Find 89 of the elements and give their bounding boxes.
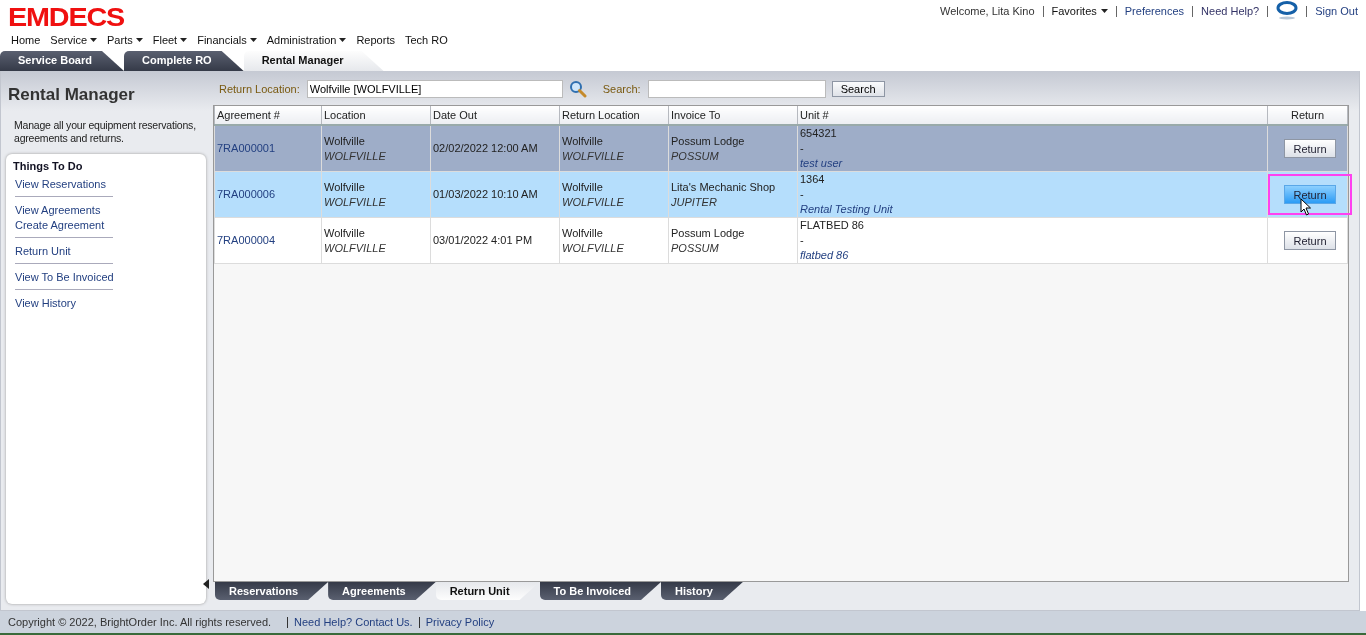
table-cell-text: flatbed 86 bbox=[800, 248, 850, 263]
table-cell-text: - bbox=[800, 187, 805, 202]
contact-link[interactable]: Need Help? Contact Us. bbox=[294, 616, 413, 628]
panel-title: Things To Do bbox=[13, 160, 84, 172]
table-cell-text: WOLFVILLE bbox=[562, 148, 625, 164]
nav-menu-item[interactable]: Home bbox=[11, 34, 41, 46]
column-header: Date Out bbox=[430, 106, 560, 125]
table-cell: 01/03/2022 10:10 AM bbox=[433, 188, 538, 200]
page-description: Manage all your equipment reservations, agreements and returns. bbox=[14, 119, 197, 145]
table-cell-text: Wolfville bbox=[562, 179, 604, 195]
search-button[interactable]: Search bbox=[831, 81, 885, 97]
table-cell-text: Wolfville bbox=[324, 225, 366, 241]
table-cell-text: Wolfville bbox=[324, 179, 366, 195]
return-button[interactable]: Return bbox=[1284, 231, 1336, 250]
logo[interactable]: EMDECS bbox=[8, 4, 125, 30]
table-cell-text: Rental Testing Unit bbox=[800, 202, 894, 217]
nav-menu-item[interactable]: Financials bbox=[197, 34, 257, 46]
return-button[interactable]: Return bbox=[1284, 139, 1336, 158]
table-cell-text: FLATBED 86 bbox=[800, 218, 865, 233]
agreement-link[interactable]: 7RA000006 bbox=[217, 188, 276, 200]
table-cell-text: POSSUM bbox=[671, 148, 720, 164]
table-row[interactable]: 7RA000006 Wolfville WOLFVILLE 01/03/2022 10:10 AM Wolfville WOLFVILLE Lita's Mechanic Shop JUPITER 1364 - Rental Testing Unit Return bbox=[214, 171, 1348, 218]
table-cell-text: Possum Lodge bbox=[671, 133, 746, 149]
nav-menu-item[interactable]: Administration bbox=[266, 34, 347, 46]
table-cell-text: - bbox=[800, 233, 805, 248]
table-cell: 02/02/2022 12:00 AM bbox=[433, 142, 538, 154]
column-header: Invoice To bbox=[668, 106, 798, 125]
field-label: Search: bbox=[602, 83, 641, 95]
search-field[interactable] bbox=[647, 80, 826, 98]
page-title: Rental Manager bbox=[8, 85, 136, 105]
sidebar-link[interactable]: View Agreements bbox=[15, 203, 113, 218]
tab[interactable]: To Be Invoiced bbox=[539, 582, 661, 600]
table-cell-text: 1364 bbox=[800, 172, 826, 187]
column-header: Unit # bbox=[797, 106, 1268, 125]
table-cell: 03/01/2022 4:01 PM bbox=[433, 234, 533, 246]
column-header: Location bbox=[321, 106, 431, 125]
nav-menu-item[interactable]: Fleet bbox=[152, 34, 188, 46]
table-cell-text: WOLFVILLE bbox=[324, 240, 387, 256]
table-cell-text: test user bbox=[800, 156, 844, 171]
table-cell-text: Lita's Mechanic Shop bbox=[671, 179, 777, 195]
nav-menu-item[interactable]: Reports bbox=[356, 34, 395, 46]
tab[interactable]: Rental Manager bbox=[243, 51, 384, 71]
column-header: Return bbox=[1267, 106, 1348, 125]
table-cell-text: Wolfville bbox=[562, 225, 604, 241]
column-header: Return Location bbox=[559, 106, 669, 125]
privacy-link[interactable]: Privacy Policy bbox=[425, 616, 495, 628]
copyright-text: Copyright © 2022, BrightOrder Inc. All rights reserved. bbox=[8, 616, 272, 628]
table-cell-text: WOLFVILLE bbox=[562, 194, 625, 210]
table-row[interactable]: 7RA000004 Wolfville WOLFVILLE 03/01/2022 4:01 PM Wolfville WOLFVILLE Possum Lodge POSSUM FLATBED 86 - flatbed 86 Return bbox=[214, 217, 1348, 264]
table-cell-text: WOLFVILLE bbox=[324, 194, 387, 210]
table-cell-text: 654321 bbox=[800, 126, 838, 141]
field-label: Return Location: bbox=[219, 83, 300, 95]
tab[interactable]: Service Board bbox=[0, 51, 124, 71]
sidebar-link[interactable]: View Reservations bbox=[15, 177, 113, 192]
return-location-field[interactable]: Wolfville [WOLFVILLE] bbox=[306, 80, 563, 98]
sidebar-link[interactable]: Create Agreement bbox=[15, 218, 113, 233]
nav-menu-item[interactable]: Tech RO bbox=[404, 34, 448, 46]
table-cell-text: WOLFVILLE bbox=[562, 240, 625, 256]
agreement-link[interactable]: 7RA000001 bbox=[217, 142, 276, 154]
collapse-arrow-icon[interactable] bbox=[203, 579, 209, 589]
caret-icon bbox=[1100, 9, 1108, 13]
table-row[interactable]: 7RA000001 Wolfville WOLFVILLE 02/02/2022 12:00 AM Wolfville WOLFVILLE Possum Lodge POSSUM 654321 - test user Return bbox=[214, 125, 1348, 172]
nav-menu-item[interactable]: Service bbox=[50, 34, 98, 46]
return-button[interactable]: Return bbox=[1284, 185, 1336, 204]
table-cell-text: Wolfville bbox=[324, 133, 366, 149]
table-cell-text: Possum Lodge bbox=[671, 225, 746, 241]
welcome-text: Welcome, Lita Kino bbox=[939, 5, 1035, 17]
tab[interactable]: History bbox=[661, 582, 743, 600]
nav-menu-item[interactable]: Parts bbox=[107, 34, 143, 46]
tab[interactable]: Complete RO bbox=[124, 51, 244, 71]
sidebar-link[interactable]: View To Be Invoiced bbox=[15, 270, 113, 285]
column-header: Agreement # bbox=[214, 106, 322, 125]
sidebar-link[interactable]: View History bbox=[15, 296, 113, 311]
sign-out-link[interactable]: Sign Out bbox=[1315, 5, 1358, 17]
table-cell-text: WOLFVILLE bbox=[324, 148, 387, 164]
search-icon[interactable] bbox=[568, 80, 587, 98]
tab[interactable]: Reservations bbox=[215, 582, 329, 600]
table-cell-text: Wolfville bbox=[562, 133, 604, 149]
table-cell-text: POSSUM bbox=[671, 240, 720, 256]
ring-icon[interactable] bbox=[1276, 1, 1299, 21]
favorites-menu[interactable]: Favorites bbox=[1051, 5, 1108, 17]
help-link[interactable]: Need Help? bbox=[1201, 5, 1260, 17]
sidebar-link[interactable]: Return Unit bbox=[15, 244, 113, 259]
table-cell-text: - bbox=[800, 141, 805, 156]
tab[interactable]: Agreements bbox=[328, 582, 436, 600]
preferences-link[interactable]: Preferences bbox=[1124, 5, 1185, 17]
cursor-icon bbox=[1300, 198, 1312, 216]
agreement-link[interactable]: 7RA000004 bbox=[217, 234, 276, 246]
table-cell-text: JUPITER bbox=[671, 194, 718, 210]
